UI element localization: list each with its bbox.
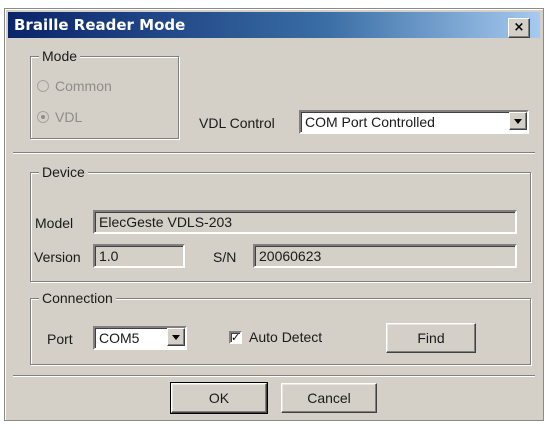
- separator-bottom: [13, 375, 535, 377]
- mode-vdl-radio[interactable]: VDL: [37, 109, 82, 125]
- connection-group-label: Connection: [39, 289, 116, 307]
- mode-group-label: Mode: [39, 47, 81, 65]
- vdl-control-dropdown[interactable]: COM Port Controlled: [299, 110, 529, 134]
- chevron-down-icon[interactable]: [509, 112, 527, 130]
- model-label: Model: [35, 215, 74, 231]
- find-button[interactable]: Find: [386, 323, 476, 353]
- window-title: Braille Reader Mode: [14, 16, 186, 34]
- serial-number-field: 20060623: [253, 244, 517, 268]
- version-label: Version: [34, 249, 81, 265]
- vdl-control-value: COM Port Controlled: [299, 110, 529, 134]
- model-field: ElecGeste VDLS-203: [93, 210, 517, 234]
- separator-top: [13, 152, 535, 154]
- chevron-down-icon[interactable]: [167, 328, 185, 346]
- radio-vdl-indicator: [37, 111, 49, 123]
- ok-button[interactable]: OK: [170, 382, 268, 414]
- cancel-button[interactable]: Cancel: [281, 383, 377, 413]
- close-button[interactable]: ×: [508, 18, 530, 38]
- connection-group: Connection Port COM5 ✓ Auto Detect Find: [30, 289, 531, 365]
- auto-detect-label: Auto Detect: [249, 329, 323, 345]
- mode-vdl-label: VDL: [55, 109, 83, 125]
- radio-common-indicator: [37, 80, 49, 92]
- braille-reader-mode-dialog: Braille Reader Mode × Mode Common VDL VD…: [4, 8, 544, 421]
- mode-common-label: Common: [55, 78, 112, 94]
- vdl-control-label: VDL Control: [199, 115, 275, 131]
- port-dropdown[interactable]: COM5: [93, 326, 187, 350]
- sn-label: S/N: [213, 249, 237, 265]
- version-field: 1.0: [93, 244, 185, 268]
- device-group-label: Device: [39, 163, 88, 181]
- device-group: Device Model ElecGeste VDLS-203 Version …: [30, 163, 531, 282]
- mode-group: Mode Common VDL: [30, 47, 179, 139]
- title-bar[interactable]: Braille Reader Mode ×: [8, 12, 540, 38]
- mode-common-radio[interactable]: Common: [37, 78, 112, 94]
- port-label: Port: [47, 331, 73, 347]
- auto-detect-checkbox[interactable]: ✓: [229, 331, 242, 344]
